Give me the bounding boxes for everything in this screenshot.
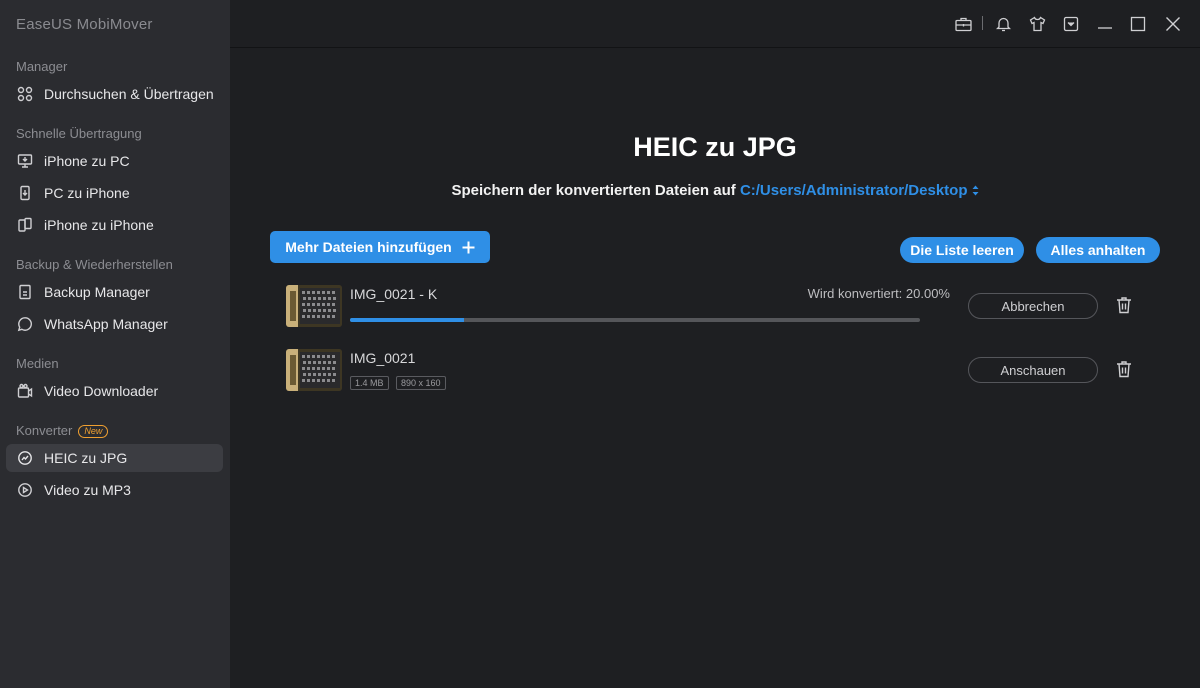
main-panel: HEIC zu JPG Speichern der konvertierten … [230,0,1200,688]
convert-audio-icon [16,481,34,499]
section-label-converter: Konverter New [16,423,109,439]
sidebar-item-label: WhatsApp Manager [44,316,168,332]
file-name: IMG_0021 - K [350,286,438,302]
grid-icon [16,85,34,103]
sidebar-item-backup-manager[interactable]: Backup Manager [6,278,223,306]
save-path-text: C:/Users/Administrator/Desktop [739,182,968,199]
trash-icon[interactable] [1115,359,1133,379]
new-badge: New [78,425,109,439]
toolbar-separator [982,16,983,30]
video-download-icon [16,382,34,400]
view-button[interactable]: Anschauen [968,357,1098,383]
shirt-icon[interactable] [1027,14,1047,34]
whatsapp-icon [16,315,34,333]
app-title: EaseUS MobiMover [16,16,153,33]
phone-in-icon [16,184,34,202]
minimize-icon[interactable] [1095,14,1115,34]
plus-icon [462,241,475,254]
sidebar: EaseUS MobiMover Manager Durchsuchen & Ü… [0,0,230,688]
sidebar-item-label: Video zu MP3 [44,482,131,498]
sidebar-item-label: Video Downloader [44,383,159,399]
trash-icon[interactable] [1115,295,1133,315]
sidebar-item-heic-to-jpg[interactable]: HEIC zu JPG [6,444,223,472]
progress-bar [350,318,920,322]
section-label-text: Konverter [16,423,73,438]
file-thumbnail [286,349,342,391]
clear-list-button[interactable]: Die Liste leeren [900,237,1024,263]
sidebar-item-label: Backup Manager [44,284,150,300]
section-label-backup: Backup & Wiederherstellen [16,257,173,272]
bell-icon[interactable] [993,14,1013,34]
cancel-button[interactable]: Abbrechen [968,293,1098,319]
dropdown-menu-icon[interactable] [1061,14,1081,34]
conversion-status: Wird konvertiert: 20.00% [807,286,950,301]
maximize-icon[interactable] [1128,14,1148,34]
sidebar-item-browse-transfer[interactable]: Durchsuchen & Übertragen [6,80,223,108]
title-bar [230,0,1200,48]
sidebar-item-label: HEIC zu JPG [44,450,128,466]
section-label-media: Medien [16,356,59,371]
file-thumbnail [286,285,342,327]
sidebar-item-video-to-mp3[interactable]: Video zu MP3 [6,476,223,504]
sidebar-item-pc-to-iphone[interactable]: PC zu iPhone [6,179,223,207]
file-row: IMG_0021 - K Wird konvertiert: 20.00% Ab… [286,285,1146,333]
sidebar-item-label: iPhone zu PC [44,153,130,169]
toolbox-icon[interactable] [953,14,973,34]
add-files-label: Mehr Dateien hinzufügen [285,239,452,255]
monitor-icon [16,152,34,170]
sidebar-item-label: Durchsuchen & Übertragen [44,86,214,102]
sidebar-item-label: iPhone zu iPhone [44,217,154,233]
convert-image-icon [16,449,34,467]
sidebar-item-label: PC zu iPhone [44,185,130,201]
sidebar-item-iphone-to-iphone[interactable]: iPhone zu iPhone [6,211,223,239]
save-prefix: Speichern der konvertierten Dateien auf [451,182,736,199]
section-label-manager: Manager [16,59,68,74]
close-icon[interactable] [1163,14,1183,34]
file-size-chip: 1.4 MB [350,376,389,390]
updown-arrow-icon [972,183,979,200]
page-title: HEIC zu JPG [633,132,797,162]
sidebar-item-iphone-to-pc[interactable]: iPhone zu PC [6,147,223,175]
file-name: IMG_0021 [350,350,416,366]
file-dimensions-chip: 890 x 160 [396,376,446,390]
backup-icon [16,283,34,301]
section-label-quick-transfer: Schnelle Übertragung [16,126,142,141]
app-window: EaseUS MobiMover Manager Durchsuchen & Ü… [0,0,1200,688]
save-path-link[interactable]: C:/Users/Administrator/Desktop [740,182,979,199]
phone-transfer-icon [16,216,34,234]
add-files-button[interactable]: Mehr Dateien hinzufügen [270,231,490,263]
pause-all-button[interactable]: Alles anhalten [1036,237,1160,263]
sidebar-item-video-downloader[interactable]: Video Downloader [6,377,223,405]
sidebar-item-whatsapp-manager[interactable]: WhatsApp Manager [6,310,223,338]
file-row: IMG_0021 1.4 MB 890 x 160 Anschauen [286,349,1146,397]
save-location: Speichern der konvertierten Dateien auf … [230,182,1200,200]
progress-bar-fill [350,318,464,322]
